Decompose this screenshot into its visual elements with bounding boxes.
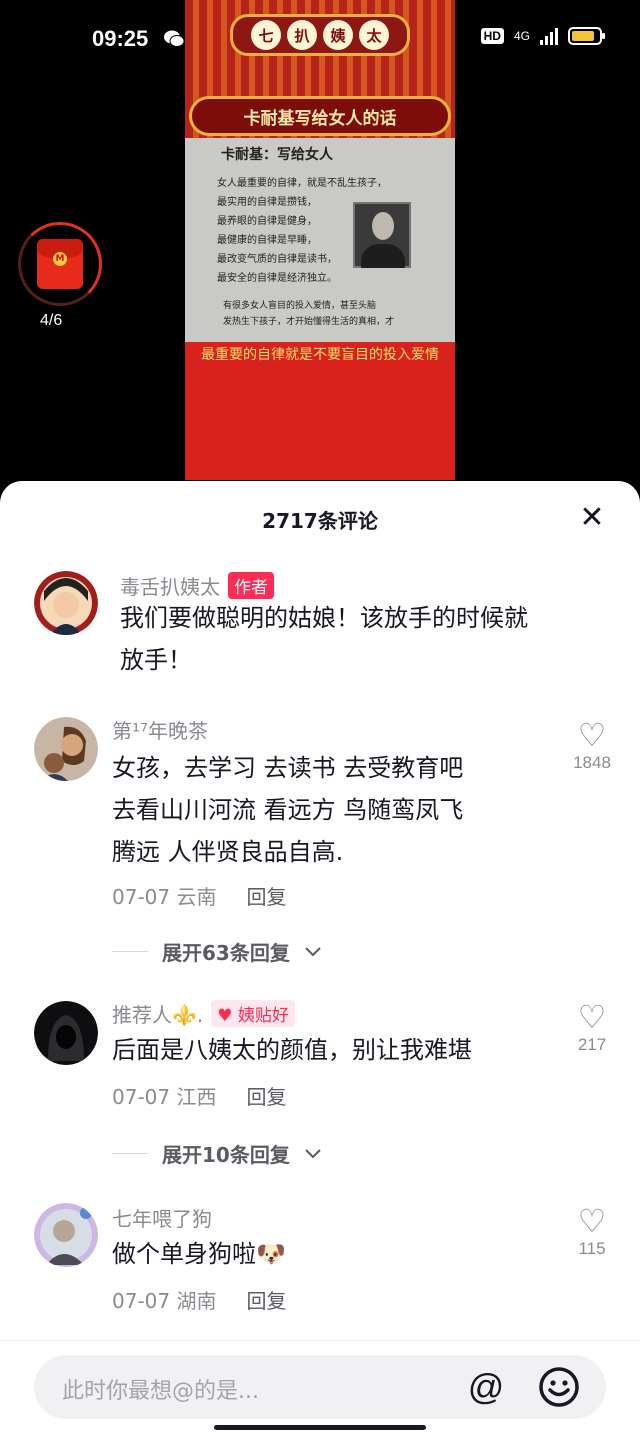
comments-sheet: 2717条评论 ✕ 毒舌扒姨太 作者 我们要做聪明的姑娘！该放手的时候就 放手！… [0,481,640,1433]
comment-location: 云南 [176,885,217,909]
book-page: 卡耐基：写给女人 女人最重要的自律，就是不乱生孩子， 最实用的自律是攒钱， 最养… [185,138,455,342]
avatar[interactable] [34,1203,98,1267]
logo-char: 姨 [323,20,353,50]
red-packet-coin: M [53,252,67,266]
home-indicator[interactable] [214,1425,426,1430]
comment-date-location: 07-07 湖南 [112,1285,216,1314]
emoji-icon[interactable] [537,1365,581,1409]
avatar[interactable] [34,717,98,781]
red-packet-icon: M [37,239,83,289]
clock: 09:25 [92,26,149,51]
comment-input[interactable]: 此时你最想@的是... @ [34,1355,606,1419]
like-button[interactable]: ♡ 217 [562,999,622,1055]
video-logo: 七 扒 姨 太 [230,14,410,56]
logo-char: 太 [359,20,389,50]
comment-date: 07-07 [112,885,171,909]
author-badge: 作者 [228,572,274,599]
reply-button[interactable]: 回复 [246,1285,286,1314]
comment-date-location: 07-07 江西 [112,1081,216,1110]
username-text: 毒舌扒姨太 [120,575,220,599]
chevron-down-icon [305,946,321,956]
comment-line: 做个单身狗啦🐶 [112,1240,286,1268]
heart-icon: ♡ [577,998,607,1036]
logo-char: 七 [251,20,281,50]
comment-line: 女孩，去学习 去读书 去受教育吧 [112,754,464,782]
comment-username[interactable]: 毒舌扒姨太 作者 [120,571,274,600]
like-button[interactable]: ♡ 115 [562,1203,622,1259]
battery-level [572,31,595,41]
comment-line: 去看山川河流 看远方 鸟随鸾凤飞 [112,796,464,824]
like-count: 115 [578,1239,606,1258]
screen: 09:25 ▶ 🐾 HD 4G 七 扒 姨 太 卡耐基写 [0,0,640,1433]
carnegie-portrait [353,202,411,268]
chevron-down-icon [305,1148,321,1158]
status-right: HD 4G [480,27,605,45]
comment-line: 我们要做聪明的姑娘！该放手的时候就 [120,604,528,632]
comment-text[interactable]: 做个单身狗啦🐶 [112,1233,286,1275]
comment-date: 07-07 [112,1085,171,1109]
comment-date: 07-07 [112,1289,171,1313]
comment-text[interactable]: 我们要做聪明的姑娘！该放手的时候就 放手！ [120,597,528,681]
book-title: 卡耐基：写给女人 [221,147,333,163]
comment-line: 放手！ [120,646,192,674]
reply-button[interactable]: 回复 [246,1081,286,1110]
video-player[interactable]: 七 扒 姨 太 卡耐基写给女人的话 卡耐基：写给女人 女人最重要的自律，就是不乱… [185,0,455,480]
expand-replies-button[interactable]: 展开10条回复 [112,1139,322,1168]
like-count: 1848 [573,753,611,772]
mention-button[interactable]: @ [466,1367,506,1407]
video-banner: 卡耐基写给女人的话 [189,96,451,136]
comment-date-location: 07-07 云南 [112,881,216,910]
comment-meta: 07-07 湖南 回复 [112,1285,286,1314]
comment-location: 江西 [176,1085,217,1109]
comment-username[interactable]: 七年喂了狗 [112,1203,212,1232]
close-icon[interactable]: ✕ [576,503,608,535]
book-footnote: 有很多女人盲目的投入爱情，甚至头脑 发热生下孩子，才开始懂得生活的真相，才 [223,298,394,330]
comment-meta: 07-07 江西 回复 [112,1081,286,1110]
avatar[interactable] [34,1001,98,1065]
comments-count-title: 2717条评论 [262,509,378,533]
logo-char: 扒 [287,20,317,50]
video-header-art: 七 扒 姨 太 卡耐基写给女人的话 [185,0,455,138]
comment-input-placeholder: 此时你最想@的是... [62,1379,259,1404]
heart-icon: ♡ [577,716,607,754]
divider [112,1153,148,1154]
book-line: 最安全的自律是经济独立。 [217,273,337,284]
comment-meta: 07-07 云南 回复 [112,881,286,910]
like-count: 217 [577,1035,607,1054]
comment-username[interactable]: 推荐人⚜️. ♥ 姨贴好 [112,999,295,1028]
wechat-icon [162,27,186,51]
video-caption: 最重要的自律就是不要盲目的投入爱情 [201,347,439,363]
divider [112,951,148,952]
book-line: 女人最重要的自律，就是不乱生孩子， [217,178,387,189]
comment-input-bar: 此时你最想@的是... @ [0,1340,640,1433]
comment-location: 湖南 [176,1289,217,1313]
username-text: 推荐人⚜️. [112,1003,204,1027]
username-text: 第¹⁷年晚茶 [112,719,209,743]
comment-text[interactable]: 女孩，去学习 去读书 去受教育吧 去看山川河流 看远方 鸟随鸾凤飞 腾远 人伴贤… [112,747,463,873]
comment-line: 腾远 人伴贤良品自高. [112,838,344,866]
comment-text[interactable]: 后面是八姨太的颜值，别让我难堪 [112,1029,472,1071]
expand-replies-button[interactable]: 展开63条回复 [112,937,322,966]
signal-icon [540,27,558,45]
reply-button[interactable]: 回复 [246,881,286,910]
expand-replies-label: 展开10条回复 [162,1143,290,1167]
fan-badge-label: 姨贴好 [237,1006,289,1026]
book-foot-line: 发热生下孩子，才开始懂得生活的真相，才 [223,317,395,327]
book-foot-line: 有很多女人盲目的投入爱情，甚至头脑 [223,301,377,311]
username-text: 七年喂了狗 [112,1207,212,1231]
hd-icon: HD [480,28,504,44]
avatar[interactable] [34,571,98,635]
heart-icon: ♡ [577,1202,607,1240]
expand-replies-label: 展开63条回复 [162,941,290,965]
fan-badge: ♥ 姨贴好 [211,1000,295,1027]
comment-username[interactable]: 第¹⁷年晚茶 [112,715,208,744]
battery-icon [568,27,605,45]
red-packet-button[interactable]: M [18,222,102,306]
red-packet-progress: 4/6 [40,312,63,329]
like-button[interactable]: ♡ 1848 [562,717,622,773]
network-type: 4G [513,29,530,43]
comment-line: 后面是八姨太的颜值，别让我难堪 [112,1036,472,1064]
